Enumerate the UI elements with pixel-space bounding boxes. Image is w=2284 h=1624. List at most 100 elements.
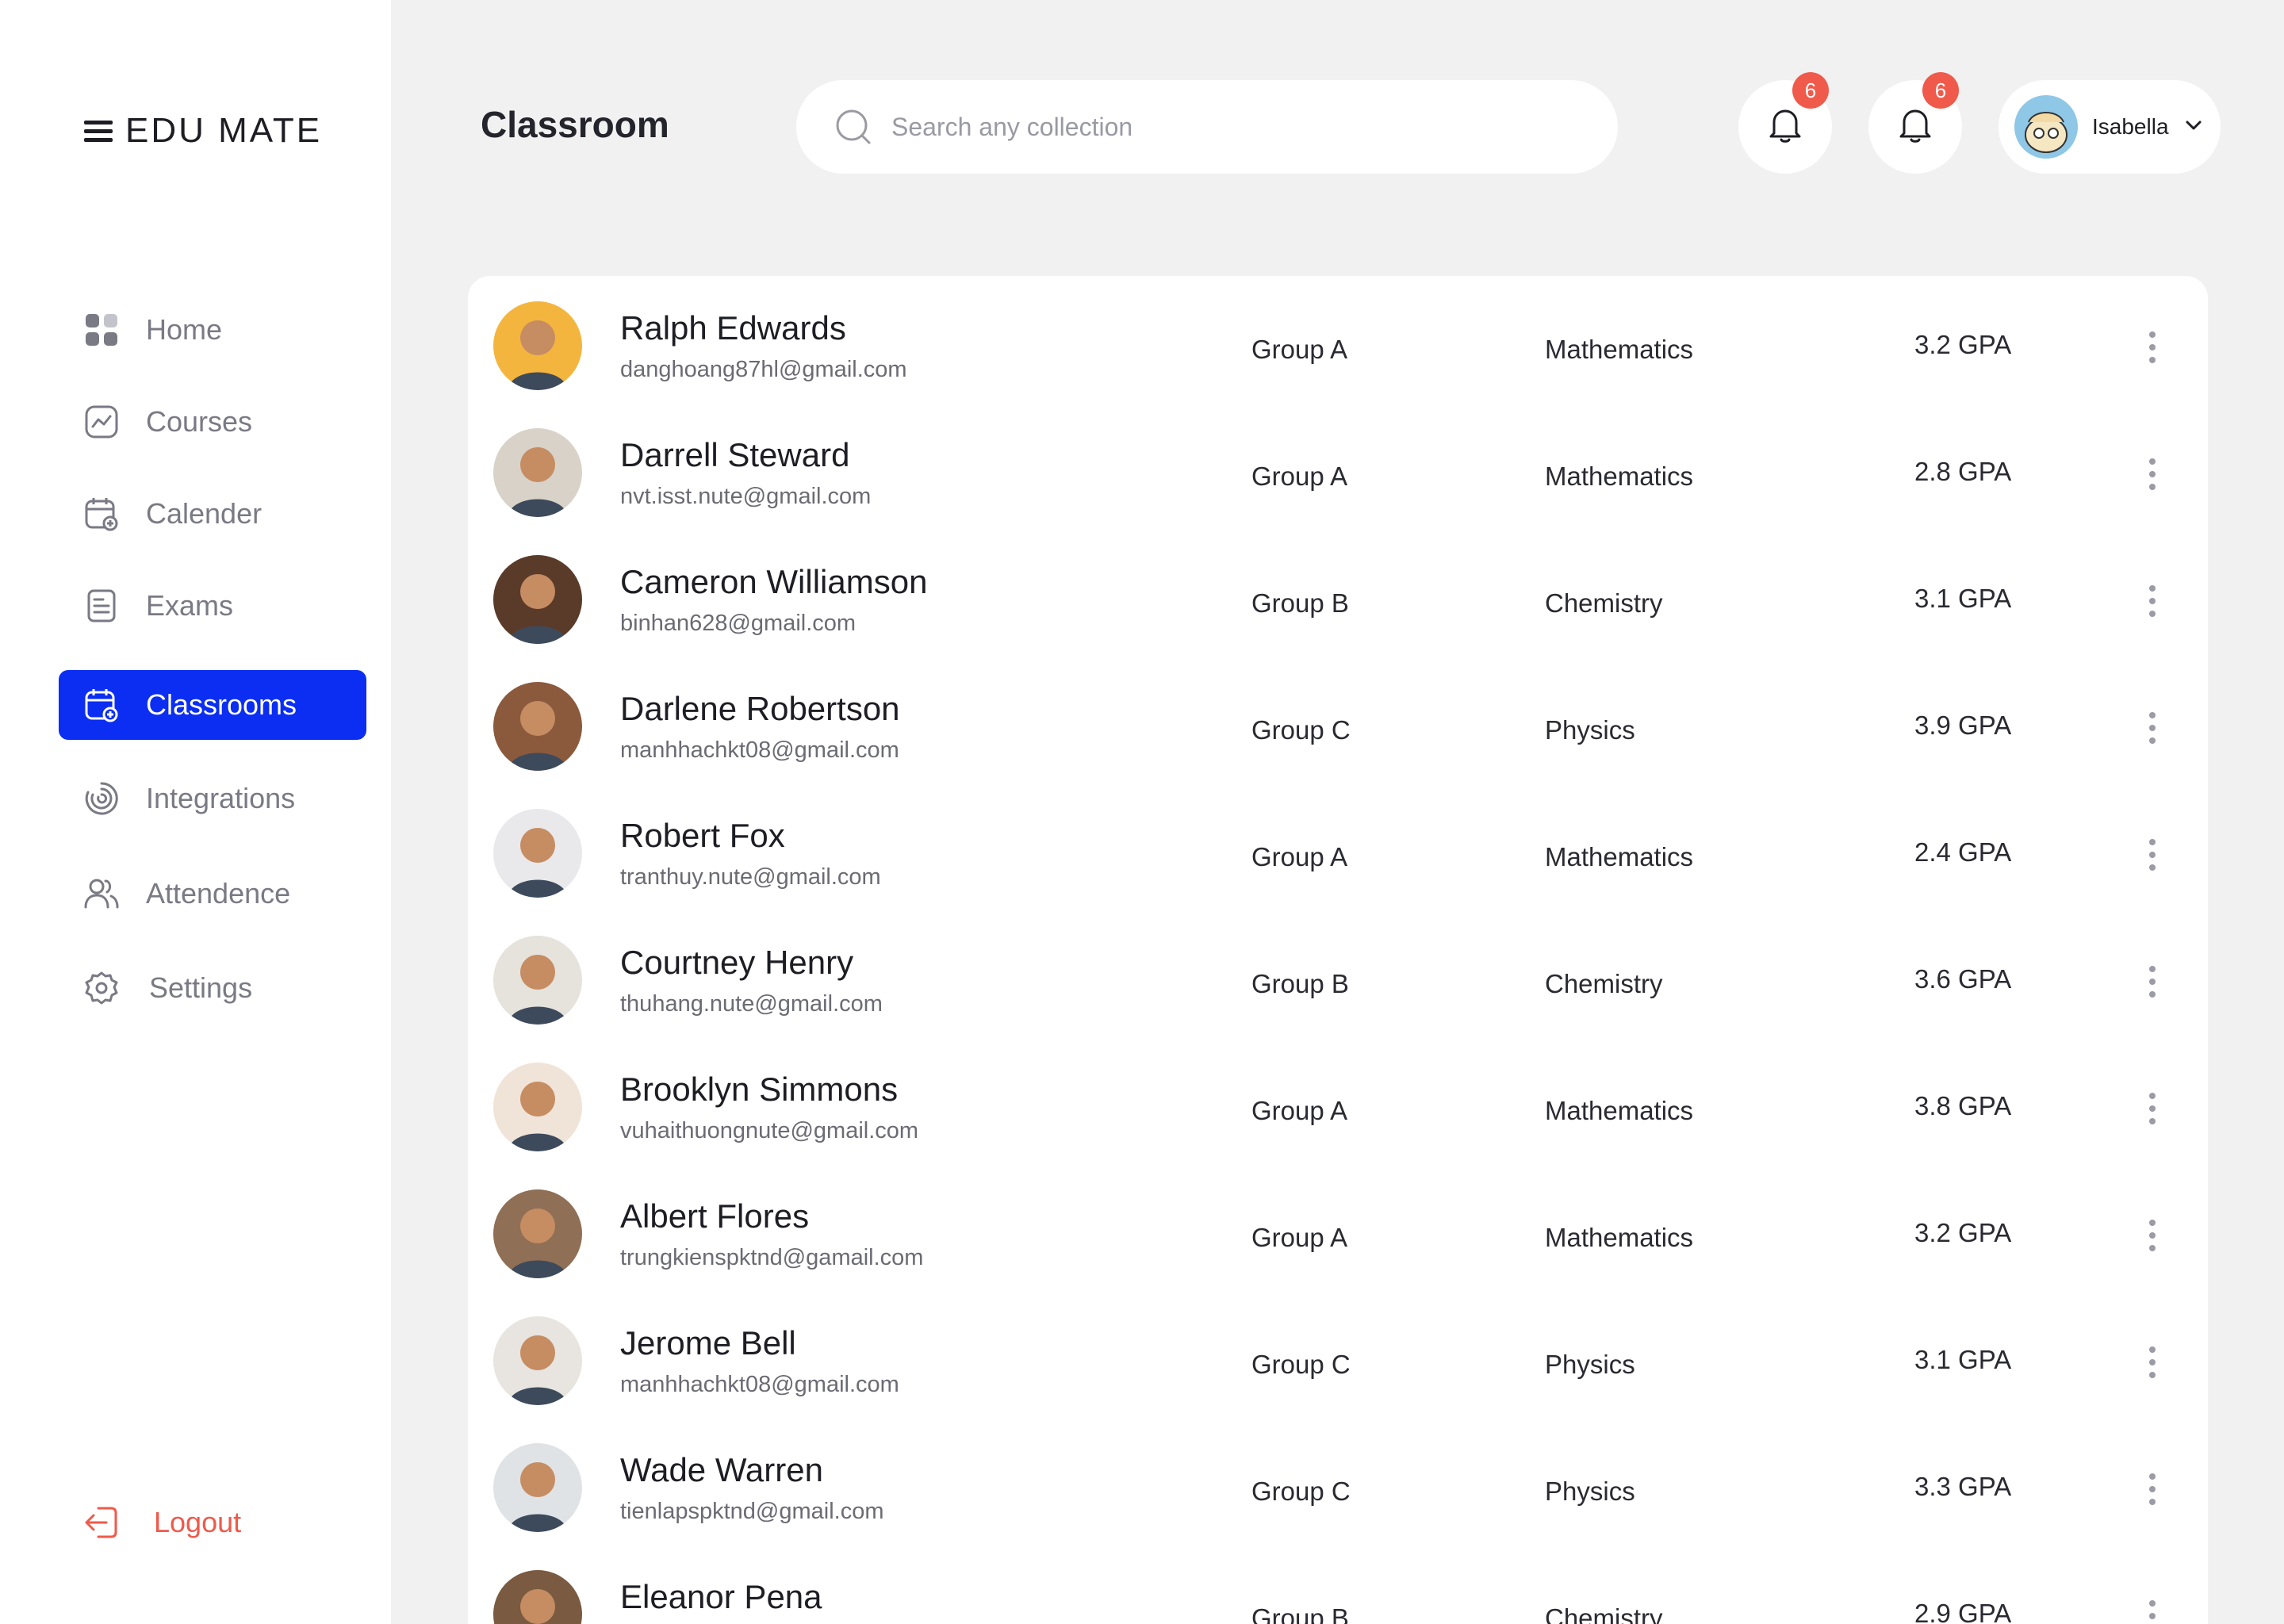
sidebar-item-label: Courses	[146, 405, 253, 438]
notification-badge: 6	[1922, 72, 1959, 109]
more-options-icon[interactable]	[2143, 1216, 2162, 1254]
table-row[interactable]: Darrell Steward nvt.isst.nute@gmail.com Gr…	[468, 403, 2208, 530]
notification-button[interactable]: 6	[1868, 72, 1962, 174]
avatar	[493, 1316, 582, 1405]
sidebar-item-label: Classrooms	[146, 688, 297, 721]
more-options-icon[interactable]	[2143, 455, 2162, 493]
more-options-icon[interactable]	[2143, 582, 2162, 620]
student-group: Group A	[1251, 462, 1348, 491]
table-row[interactable]: Cameron Williamson binhan628@gmail.com Gro…	[468, 530, 2208, 657]
student-group: Group B	[1251, 969, 1349, 998]
sidebar-item-attendence[interactable]: Attendence	[59, 859, 366, 929]
sidebar-item-exams[interactable]: Exams	[59, 571, 366, 641]
sidebar-item-classrooms[interactable]: Classrooms	[59, 670, 366, 740]
search-input[interactable]	[890, 111, 1527, 143]
search-icon	[834, 108, 872, 146]
student-group: Group C	[1251, 1477, 1351, 1506]
users-icon	[82, 875, 121, 913]
avatar	[493, 428, 582, 517]
student-name: Albert Flores	[620, 1197, 810, 1235]
page-title: Classroom	[481, 104, 669, 145]
more-options-icon[interactable]	[2143, 1470, 2162, 1508]
user-menu[interactable]: Isabella	[1998, 80, 2221, 174]
table-row[interactable]: Brooklyn Simmons vuhaithuongnute@gmail.co…	[468, 1037, 2208, 1164]
logout-icon	[82, 1503, 121, 1542]
calendar-icon	[82, 495, 121, 533]
student-name: Darlene Robertson	[620, 690, 900, 727]
table-row[interactable]: Wade Warren tienlapspktnd@gmail.com Group …	[468, 1418, 2208, 1545]
student-name: Courtney Henry	[620, 944, 854, 981]
sidebar-item-calender[interactable]: Calender	[59, 479, 366, 549]
avatar	[493, 809, 582, 898]
student-gpa: 3.8 GPA	[1914, 1091, 2012, 1120]
sidebar-item-home[interactable]: Home	[59, 295, 366, 365]
student-gpa: 3.9 GPA	[1914, 710, 2012, 740]
app-logo[interactable]: EDU MATE	[84, 111, 322, 151]
avatar	[493, 936, 582, 1025]
search-bar[interactable]	[796, 80, 1618, 174]
user-name: Isabella	[2092, 114, 2169, 139]
student-group: Group A	[1251, 842, 1348, 871]
calendar-add-icon	[82, 686, 121, 724]
avatar	[493, 682, 582, 771]
sidebar-item-label: Exams	[146, 589, 234, 622]
student-name: Robert Fox	[620, 817, 785, 854]
student-group: Group A	[1251, 1096, 1348, 1125]
student-email: trungkienspktnd@gamail.com	[620, 1245, 924, 1270]
student-email: danghoang87hl@gmail.com	[620, 357, 907, 382]
student-subject: Chemistry	[1545, 588, 1663, 618]
student-table: Ralph Edwards danghoang87hl@gmail.com Grou…	[468, 276, 2208, 1624]
student-subject: Chemistry	[1545, 969, 1663, 998]
sidebar-item-integrations[interactable]: Integrations	[59, 764, 366, 833]
sidebar-item-label: Attendence	[146, 877, 291, 910]
student-gpa: 3.1 GPA	[1914, 584, 2012, 613]
table-row[interactable]: Albert Flores trungkienspktnd@gamail.com G…	[468, 1164, 2208, 1291]
table-row[interactable]: Courtney Henry thuhang.nute@gmail.com Grou…	[468, 910, 2208, 1037]
logout-label: Logout	[154, 1506, 242, 1538]
more-options-icon[interactable]	[2143, 963, 2162, 1001]
gear-icon	[82, 969, 121, 1007]
student-email: tienlapspktnd@gmail.com	[620, 1499, 884, 1524]
document-icon	[82, 587, 121, 625]
more-options-icon[interactable]	[2143, 1090, 2162, 1128]
student-subject: Mathematics	[1545, 1096, 1694, 1125]
student-subject: Physics	[1545, 715, 1635, 745]
student-email: nvt.isst.nute@gmail.com	[620, 484, 872, 509]
student-group: Group A	[1251, 335, 1348, 364]
sidebar-item-settings[interactable]: Settings	[59, 953, 366, 1023]
more-options-icon[interactable]	[2143, 328, 2162, 366]
logout-button[interactable]: Logout	[59, 1488, 366, 1557]
more-options-icon[interactable]	[2143, 1597, 2162, 1624]
table-row[interactable]: Robert Fox tranthuy.nute@gmail.com Group A…	[468, 783, 2208, 910]
student-subject: Mathematics	[1545, 842, 1694, 871]
student-subject: Chemistry	[1545, 1603, 1663, 1624]
student-group: Group A	[1251, 1223, 1348, 1252]
student-email: manhhachkt08@gmail.com	[620, 1372, 899, 1397]
more-options-icon[interactable]	[2143, 709, 2162, 747]
student-gpa: 3.6 GPA	[1914, 964, 2012, 994]
student-name: Cameron Williamson	[620, 563, 928, 600]
sidebar: EDU MATE Home Courses Calender Exams Cla…	[0, 0, 391, 1624]
student-email: vuhaithuongnute@gmail.com	[620, 1118, 919, 1143]
avatar	[493, 1063, 582, 1151]
more-options-icon[interactable]	[2143, 836, 2162, 874]
avatar	[493, 301, 582, 390]
student-name: Wade Warren	[620, 1451, 823, 1488]
student-email: manhhachkt08@gmail.com	[620, 737, 899, 763]
chevron-down-icon	[2185, 120, 2202, 135]
notification-button[interactable]: 6	[1738, 72, 1832, 174]
student-name: Eleanor Pena	[620, 1578, 822, 1615]
avatar	[493, 1189, 582, 1278]
table-row[interactable]: Jerome Bell manhhachkt08@gmail.com Group C…	[468, 1291, 2208, 1418]
more-options-icon[interactable]	[2143, 1343, 2162, 1381]
table-row[interactable]: Darlene Robertson manhhachkt08@gmail.com G…	[468, 657, 2208, 783]
menu-icon[interactable]	[84, 119, 113, 143]
sidebar-item-courses[interactable]: Courses	[59, 387, 366, 457]
student-subject: Mathematics	[1545, 462, 1694, 491]
student-gpa: 3.1 GPA	[1914, 1345, 2012, 1374]
table-row[interactable]: Ralph Edwards danghoang87hl@gmail.com Grou…	[468, 276, 2208, 403]
student-name: Brooklyn Simmons	[620, 1071, 899, 1108]
student-subject: Mathematics	[1545, 1223, 1694, 1252]
student-gpa: 2.9 GPA	[1914, 1599, 2012, 1624]
table-row[interactable]: Eleanor Pena Group B Chemistry 2.9 GPA	[468, 1545, 2208, 1624]
